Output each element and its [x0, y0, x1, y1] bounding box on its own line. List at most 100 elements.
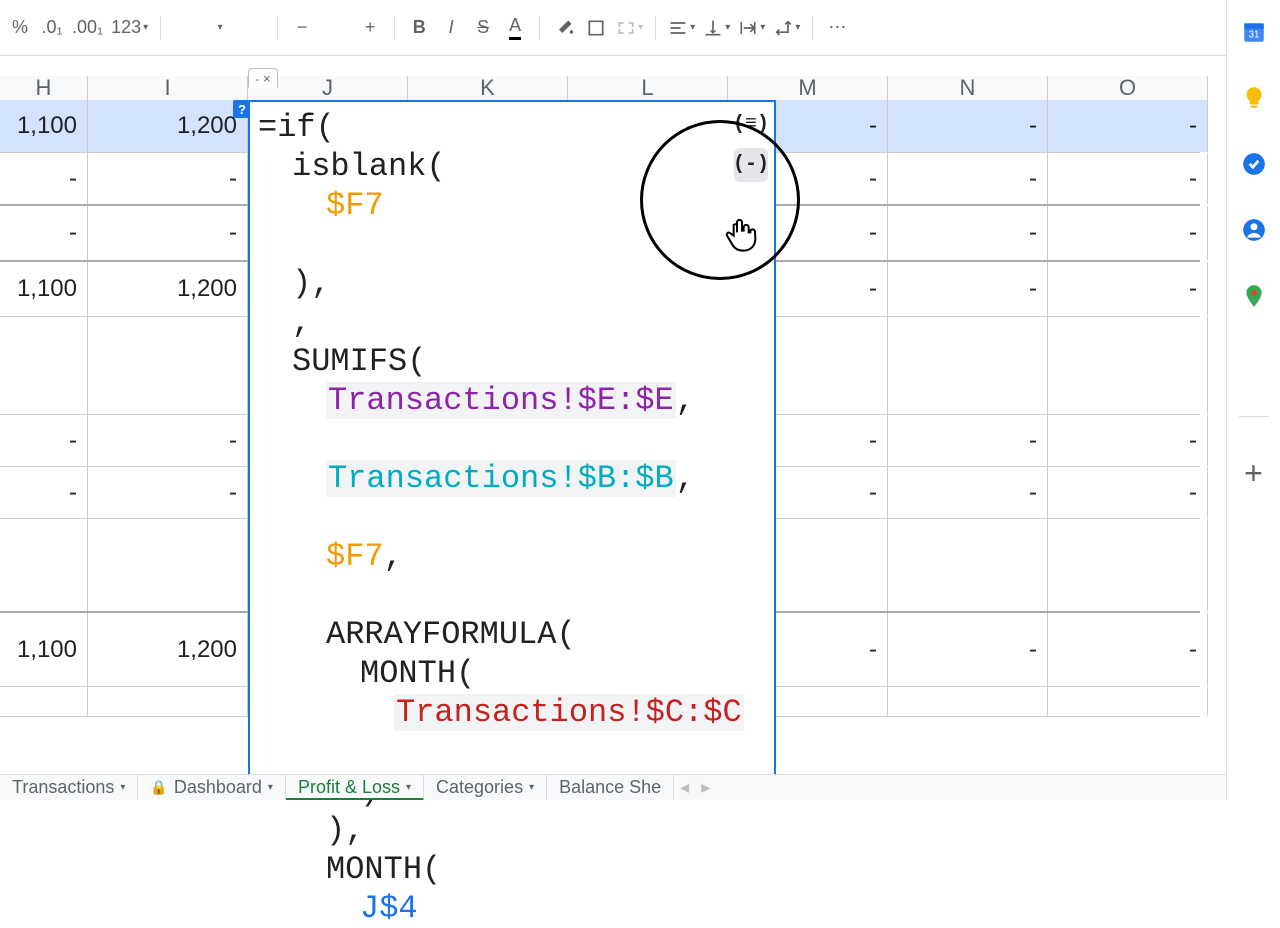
column-header[interactable]: K	[408, 76, 568, 100]
cell[interactable]: -	[1048, 206, 1208, 260]
fillcolor-button[interactable]	[548, 12, 580, 44]
cell[interactable]: -	[888, 613, 1048, 686]
cell[interactable]: 1,100	[0, 262, 88, 316]
sheet-tab-transactions[interactable]: Transactions ▾	[0, 775, 138, 801]
cell[interactable]	[0, 317, 88, 414]
formula-line: ,	[258, 303, 766, 342]
calendar-icon[interactable]: 31	[1240, 18, 1268, 46]
italic-button[interactable]: I	[435, 12, 467, 44]
cell[interactable]: -	[1048, 153, 1208, 204]
column-header[interactable]: M	[728, 76, 888, 100]
chevron-down-icon: ▾	[218, 22, 223, 33]
increase-decimal-button[interactable]: .00₁	[68, 12, 107, 44]
column-header[interactable]: H	[0, 76, 88, 100]
formula-layout-button[interactable]: (≡)	[734, 108, 768, 142]
cell[interactable]: -	[88, 153, 248, 204]
increase-fontsize-button[interactable]: +	[354, 12, 386, 44]
chevron-down-icon: ▾	[725, 22, 730, 33]
cell[interactable]: -	[0, 415, 88, 466]
sheet-tab-dashboard[interactable]: 🔒 Dashboard ▾	[138, 775, 286, 801]
numfmt-label: 123	[111, 17, 141, 38]
cell[interactable]	[888, 317, 1048, 414]
fontsize-input[interactable]	[318, 12, 354, 44]
cell[interactable]: -	[888, 415, 1048, 466]
textcolor-button[interactable]: A	[499, 12, 531, 44]
close-icon[interactable]: ×	[263, 71, 271, 86]
cell[interactable]: -	[1048, 467, 1208, 518]
cell[interactable]: -	[888, 153, 1048, 204]
cell[interactable]: 1,200	[88, 262, 248, 316]
cell[interactable]: -	[888, 467, 1048, 518]
decrease-fontsize-button[interactable]: −	[286, 12, 318, 44]
cell[interactable]	[0, 687, 88, 716]
formula-cell-tab[interactable]: - ×	[248, 68, 278, 88]
cell[interactable]	[888, 519, 1048, 611]
addons-plus-button[interactable]: +	[1244, 455, 1263, 492]
column-header[interactable]: N	[888, 76, 1048, 100]
cell[interactable]: -	[88, 206, 248, 260]
cell[interactable]: -	[1048, 415, 1208, 466]
separator	[655, 16, 656, 40]
more-button[interactable]: ⋯	[821, 12, 853, 44]
sheet-nav-right[interactable]: ▸	[695, 777, 716, 798]
cell[interactable]	[1048, 687, 1208, 716]
cell[interactable]: -	[0, 206, 88, 260]
column-header[interactable]: I	[88, 76, 248, 100]
cell[interactable]: -	[0, 467, 88, 518]
chevron-down-icon: ▾	[406, 782, 411, 793]
strikethrough-button[interactable]: S	[467, 12, 499, 44]
cell[interactable]: -	[1048, 100, 1208, 152]
cell[interactable]: 1,200	[88, 100, 248, 152]
cell[interactable]: -	[1048, 262, 1208, 316]
contacts-icon[interactable]	[1240, 216, 1268, 244]
formula-collapse-button[interactable]: (-)	[734, 148, 768, 182]
cell[interactable]: -	[888, 206, 1048, 260]
cell[interactable]: -	[888, 100, 1048, 152]
formula-range: Transactions!$E:$E,	[258, 381, 766, 420]
textwrap-button[interactable]: ▾	[734, 12, 769, 44]
formula-line: =if(	[258, 109, 335, 146]
column-header[interactable]: L	[568, 76, 728, 100]
sheet-tab-profit-loss[interactable]: Profit & Loss ▾	[286, 775, 424, 801]
maps-icon[interactable]	[1240, 282, 1268, 310]
bold-button[interactable]: B	[403, 12, 435, 44]
formula-editor[interactable]: (≡) (-) =if( isblank( $F7 ), , SUMIFS( T…	[248, 100, 776, 790]
cell[interactable]: 1,100	[0, 100, 88, 152]
svg-text:31: 31	[1248, 29, 1259, 40]
halign-button[interactable]: ▾	[664, 12, 699, 44]
chevron-down-icon: ▾	[120, 782, 125, 793]
percent-format-button[interactable]: %	[4, 12, 36, 44]
separator	[277, 16, 278, 40]
tasks-icon[interactable]	[1240, 150, 1268, 178]
cell[interactable]	[1048, 519, 1208, 611]
cell[interactable]: -	[0, 153, 88, 204]
separator	[539, 16, 540, 40]
cell[interactable]: 1,200	[88, 613, 248, 686]
cell[interactable]: -	[888, 262, 1048, 316]
number-format-button[interactable]: 123 ▾	[107, 12, 152, 44]
borders-button[interactable]	[580, 12, 612, 44]
cell[interactable]	[88, 317, 248, 414]
column-header[interactable]: O	[1048, 76, 1208, 100]
cell[interactable]	[888, 687, 1048, 716]
cell[interactable]: -	[1048, 613, 1208, 686]
cell[interactable]	[0, 519, 88, 611]
keep-icon[interactable]	[1240, 84, 1268, 112]
decrease-decimal-button[interactable]: .0₁	[36, 12, 68, 44]
cell[interactable]	[88, 519, 248, 611]
sheet-tab-label: Profit & Loss	[298, 777, 400, 798]
valign-button[interactable]: ▾	[699, 12, 734, 44]
formula-cellref: $F7,	[258, 537, 766, 576]
textrotate-button[interactable]: ▾	[769, 12, 804, 44]
cell[interactable]	[88, 687, 248, 716]
formula-line: ),	[258, 811, 766, 850]
cell[interactable]: 1,100	[0, 613, 88, 686]
merge-cells-button[interactable]: ▾	[612, 12, 647, 44]
cell[interactable]: -	[88, 467, 248, 518]
cell[interactable]	[1048, 317, 1208, 414]
sheet-tab-categories[interactable]: Categories ▾	[424, 775, 547, 801]
font-family-dropdown[interactable]: ▾	[169, 12, 269, 44]
cell[interactable]: -	[88, 415, 248, 466]
chevron-down-icon: ▾	[690, 22, 695, 33]
sheet-tab-balance-sheet[interactable]: Balance She	[547, 775, 674, 801]
